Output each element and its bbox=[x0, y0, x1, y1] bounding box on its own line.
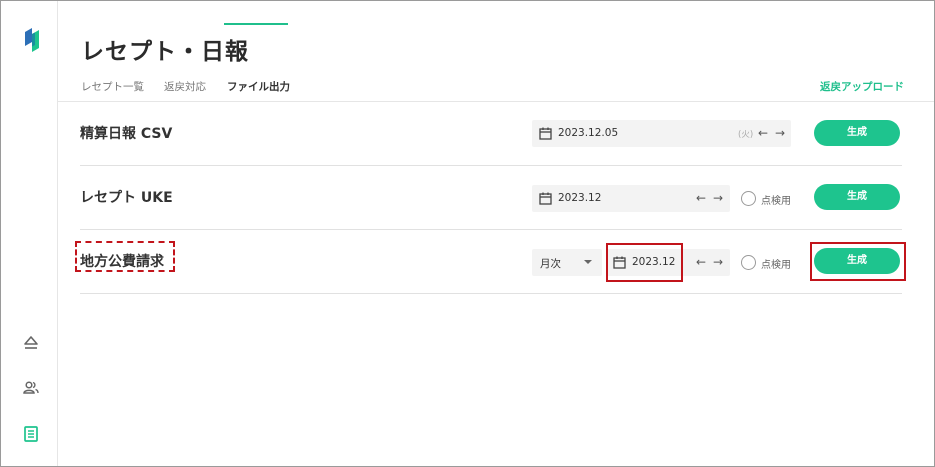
tabs-divider bbox=[58, 101, 934, 102]
active-tab-indicator bbox=[224, 23, 288, 25]
period-select[interactable]: 月次 bbox=[532, 249, 602, 276]
date-value: 2023.12.05 bbox=[558, 127, 619, 139]
prev-arrow-icon[interactable]: ← bbox=[758, 124, 768, 142]
row-label-daily-csv: 精算日報 CSV bbox=[80, 126, 173, 142]
highlight-button-box bbox=[810, 242, 906, 281]
next-arrow-icon[interactable]: → bbox=[775, 124, 785, 142]
date-value: 2023.12 bbox=[558, 192, 602, 204]
page-title: レセプト・日報 bbox=[81, 39, 249, 65]
sidebar bbox=[1, 1, 58, 466]
inspection-label: 点検用 bbox=[761, 260, 791, 271]
generate-button-daily-csv[interactable]: 生成 bbox=[814, 120, 900, 146]
row-divider bbox=[80, 293, 902, 294]
users-icon[interactable] bbox=[21, 378, 41, 398]
caret-down-icon bbox=[584, 260, 592, 264]
tab-file-output[interactable]: ファイル出力 bbox=[227, 79, 290, 102]
row-divider bbox=[80, 229, 902, 230]
row-label-receipt-uke: レセプト UKE bbox=[80, 190, 173, 206]
next-arrow-icon[interactable]: → bbox=[713, 189, 723, 207]
prev-arrow-icon[interactable]: ← bbox=[696, 253, 706, 271]
calendar-icon bbox=[539, 192, 552, 205]
calendar-icon bbox=[539, 127, 552, 140]
logo-icon[interactable] bbox=[23, 28, 41, 52]
eject-icon[interactable] bbox=[21, 333, 41, 353]
generate-button-uke[interactable]: 生成 bbox=[814, 184, 900, 210]
day-of-week: (火) bbox=[738, 130, 754, 140]
return-upload-link[interactable]: 返戻アップロード bbox=[820, 79, 904, 94]
row-divider bbox=[80, 165, 902, 166]
next-arrow-icon[interactable]: → bbox=[713, 253, 723, 271]
tab-return-handling[interactable]: 返戻対応 bbox=[164, 79, 206, 102]
main-content: レセプト・日報 レセプト一覧 返戻対応 ファイル出力 返戻アップロード 精算日報… bbox=[58, 1, 934, 466]
row-label-public-expense: 地方公費請求 bbox=[80, 254, 164, 270]
tab-receipt-list[interactable]: レセプト一覧 bbox=[81, 79, 144, 102]
inspection-radio-uke[interactable] bbox=[741, 191, 756, 206]
prev-arrow-icon[interactable]: ← bbox=[696, 189, 706, 207]
inspection-label: 点検用 bbox=[761, 196, 791, 207]
inspection-radio-public[interactable] bbox=[741, 255, 756, 270]
document-list-icon[interactable] bbox=[21, 424, 41, 444]
date-picker-daily[interactable]: 2023.12.05 (火) ← → bbox=[532, 120, 791, 147]
highlight-date-box bbox=[606, 243, 683, 282]
period-select-value: 月次 bbox=[540, 258, 561, 270]
date-picker-uke[interactable]: 2023.12 ← → bbox=[532, 185, 730, 212]
